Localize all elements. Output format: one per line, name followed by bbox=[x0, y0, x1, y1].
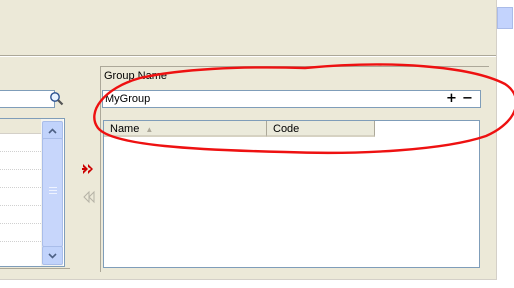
scroll-down-button[interactable] bbox=[42, 246, 63, 265]
double-left-arrow-icon bbox=[83, 190, 95, 204]
dialog-window: Group Name MyGroup + − Name ▲ Code bbox=[0, 0, 497, 280]
chevron-up-icon bbox=[48, 127, 57, 134]
search-input[interactable] bbox=[0, 90, 55, 108]
list-row-divider bbox=[0, 241, 41, 242]
remove-from-group-button[interactable] bbox=[80, 190, 98, 204]
list-row-divider bbox=[0, 187, 41, 188]
vertical-scrollbar[interactable] bbox=[41, 119, 63, 266]
grip-icon bbox=[49, 187, 57, 195]
remove-group-button[interactable]: − bbox=[461, 92, 474, 105]
list-row-divider bbox=[0, 205, 41, 206]
divider bbox=[0, 55, 496, 57]
magnifier-icon bbox=[49, 92, 63, 106]
add-group-button[interactable]: + bbox=[445, 92, 458, 105]
group-members-table[interactable]: Name ▲ Code bbox=[103, 120, 480, 268]
scroll-thumb[interactable] bbox=[42, 138, 63, 247]
available-items-list[interactable] bbox=[0, 118, 65, 267]
chevron-down-icon bbox=[48, 252, 57, 259]
group-name-field[interactable]: MyGroup bbox=[102, 90, 481, 108]
list-header bbox=[0, 119, 41, 134]
group-name-label: Group Name bbox=[104, 70, 167, 82]
column-header-label: Name bbox=[110, 123, 140, 135]
column-header-name[interactable]: Name ▲ bbox=[104, 121, 267, 137]
list-row-divider bbox=[0, 151, 41, 152]
double-right-arrow-icon bbox=[82, 164, 93, 174]
list-row-divider bbox=[0, 169, 41, 170]
column-header-label: Code bbox=[273, 123, 300, 135]
search-button[interactable] bbox=[48, 90, 64, 107]
column-header-code[interactable]: Code bbox=[267, 121, 375, 137]
add-to-group-button[interactable] bbox=[80, 162, 98, 176]
window-corner-button[interactable] bbox=[497, 7, 513, 29]
list-row-divider bbox=[0, 223, 41, 224]
sort-ascending-icon: ▲ bbox=[145, 125, 154, 134]
divider bbox=[0, 268, 70, 269]
